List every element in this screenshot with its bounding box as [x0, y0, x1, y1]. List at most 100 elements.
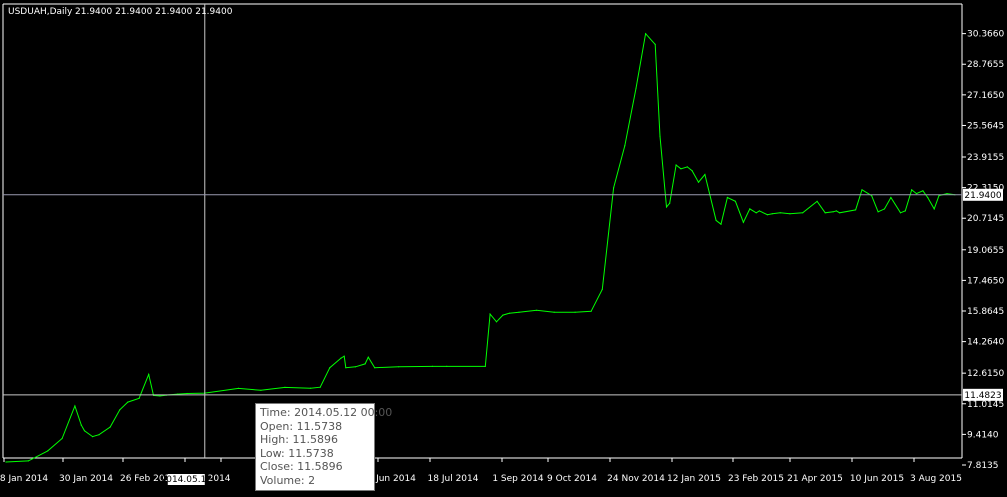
x-tick-label: 8 Jan 2014 — [0, 474, 48, 484]
price-point — [340, 357, 342, 359]
x-tick-label: 12 Jan 2015 — [667, 474, 721, 484]
price-point — [495, 321, 498, 323]
y-tick-label: 17.4650 — [967, 276, 1004, 286]
price-point — [715, 219, 717, 221]
price-point — [354, 366, 357, 368]
crosshair-time-tag: 2014.05.12 — [161, 475, 213, 485]
price-point — [835, 210, 838, 212]
price-point — [127, 401, 129, 403]
x-tick-label: 3 Aug 2015 — [910, 474, 962, 484]
price-point — [345, 367, 347, 369]
price-point — [553, 311, 555, 313]
price-chart[interactable]: 30.366028.765527.165025.564523.915522.31… — [0, 0, 1007, 493]
x-tick-label: 23 Feb 2015 — [728, 474, 784, 484]
price-point — [80, 424, 82, 426]
price-point — [839, 212, 841, 214]
price-point — [27, 460, 29, 462]
price-point — [758, 210, 761, 212]
price-point — [284, 386, 286, 388]
price-point — [832, 211, 834, 213]
price-point — [883, 208, 886, 210]
price-point — [590, 310, 592, 312]
price-point — [83, 430, 86, 432]
price-point — [816, 200, 818, 202]
price-point — [915, 193, 918, 195]
price-point — [726, 196, 729, 199]
price-point — [374, 367, 376, 369]
y-tick-label: 20.7145 — [967, 214, 1004, 224]
price-point — [489, 313, 491, 315]
price-point — [613, 187, 615, 189]
price-point — [148, 373, 150, 375]
current-price-tag: 21.9400 — [964, 191, 1001, 201]
price-point — [237, 387, 239, 389]
price-point — [824, 212, 826, 214]
price-point — [319, 386, 321, 388]
price-point — [536, 309, 538, 311]
y-tick-label: 14.2640 — [967, 338, 1004, 348]
y-tick-label: 25.5645 — [967, 121, 1004, 131]
x-tick-label: 1 Sep 2014 — [492, 474, 544, 484]
price-point — [635, 87, 637, 89]
price-point — [933, 208, 935, 210]
x-tick-label: 18 Jul 2014 — [428, 474, 479, 484]
symbol-label: USDUAH,Daily — [8, 7, 73, 17]
price-point — [119, 409, 121, 411]
price-point — [904, 210, 906, 212]
price-point — [877, 211, 879, 213]
y-tick-label: 30.3660 — [967, 30, 1004, 40]
y-tick-label: 11.0145 — [967, 400, 1004, 410]
price-point — [720, 223, 722, 225]
price-point — [704, 173, 706, 176]
price-point — [98, 434, 100, 436]
price-point — [680, 168, 682, 170]
y-tick-label: 28.7655 — [967, 60, 1004, 70]
price-point — [654, 43, 656, 46]
price-point — [138, 397, 140, 399]
price-point — [742, 221, 745, 223]
price-point — [574, 311, 576, 313]
price-point — [508, 312, 510, 314]
y-tick-label: 27.1650 — [967, 91, 1004, 101]
price-point — [755, 212, 757, 214]
price-point — [697, 181, 700, 183]
x-tick-label: Jun 2014 — [375, 474, 416, 484]
price-point — [484, 365, 486, 367]
price-point — [310, 387, 312, 389]
price-point — [367, 356, 369, 358]
x-tick-label: 9 Oct 2014 — [547, 474, 597, 484]
x-tick-label: 21 Apr 2015 — [787, 474, 843, 484]
tooltip-high: High: 11.5896 — [260, 433, 338, 447]
price-point — [92, 436, 94, 438]
price-point — [669, 202, 671, 204]
y-tick-label: 23.9155 — [967, 153, 1004, 163]
x-tick-label: 10 Jun 2015 — [850, 474, 904, 484]
price-point — [802, 212, 804, 214]
price-point — [601, 288, 603, 290]
price-point — [260, 389, 262, 391]
price-point — [159, 395, 161, 397]
price-point — [329, 367, 331, 369]
price-point — [779, 212, 781, 214]
price-point — [890, 196, 892, 199]
price-point — [675, 164, 677, 166]
chart-background — [0, 0, 1007, 493]
tooltip-volume: Volume: 2 — [260, 473, 316, 487]
price-point — [734, 200, 737, 202]
price-point — [518, 311, 520, 313]
price-point — [771, 213, 773, 215]
price-point — [665, 206, 668, 208]
price-point — [946, 193, 948, 195]
price-point — [922, 190, 924, 192]
price-point — [645, 33, 647, 35]
price-point — [61, 437, 63, 440]
price-point — [899, 212, 902, 214]
chart-area[interactable]: 30.3660 28.7655 27.1650 25.5645 23.9155 22.31… — [0, 0, 1007, 493]
price-point — [502, 314, 504, 316]
ohlc-label: 21.9400 21.9400 21.9400 21.9400 — [75, 7, 233, 17]
price-point — [789, 213, 791, 215]
price-point — [343, 355, 345, 357]
price-point — [74, 405, 76, 407]
y-tick-label: 19.0655 — [967, 246, 1004, 256]
y-tick-label: 12.6150 — [967, 369, 1004, 379]
